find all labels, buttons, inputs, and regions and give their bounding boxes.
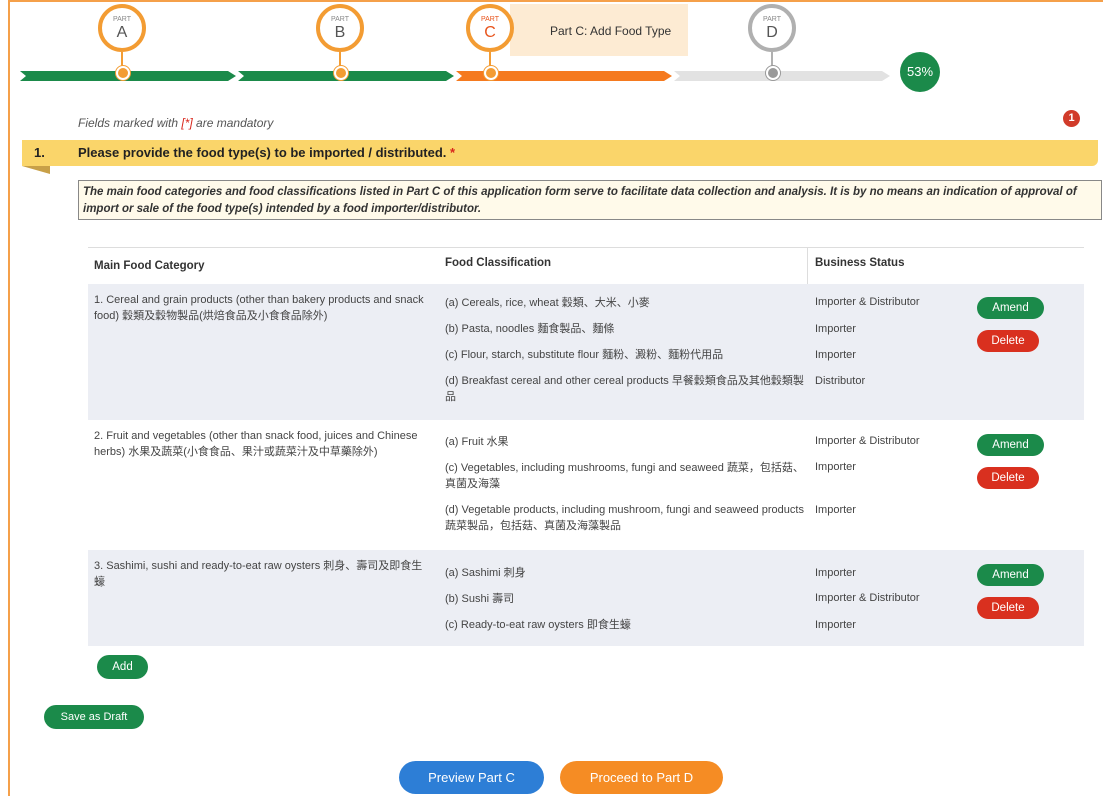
preview-part-c-button[interactable]: Preview Part C: [399, 761, 544, 794]
main-food-category: 3. Sashimi, sushi and ready-to-eat raw o…: [94, 560, 423, 588]
delete-button[interactable]: Delete: [977, 597, 1039, 619]
question-text: Please provide the food type(s) to be im…: [78, 145, 456, 160]
current-part-label: Part C: Add Food Type: [510, 4, 688, 56]
step-a-marker-icon: [116, 66, 130, 80]
error-count-badge: 1: [1063, 110, 1080, 127]
delete-button[interactable]: Delete: [977, 467, 1039, 489]
food-classification: (a) Sashimi 刺身: [445, 567, 526, 579]
question-number: 1.: [34, 145, 45, 160]
business-status: Importer & Distributor: [815, 592, 920, 604]
food-classification: (b) Pasta, noodles 麵食製品、麵條: [445, 323, 615, 335]
amend-button[interactable]: Amend: [977, 564, 1044, 586]
food-classification: (d) Breakfast cereal and other cereal pr…: [445, 375, 804, 403]
food-classification: (a) Cereals, rice, wheat 穀類、大米、小麥: [445, 297, 650, 309]
food-classification: (c) Flour, starch, substitute flour 麵粉、澱…: [445, 349, 724, 361]
amend-button[interactable]: Amend: [977, 297, 1044, 319]
food-classification: (c) Ready-to-eat raw oysters 即食生蠔: [445, 619, 631, 631]
food-classification: (a) Fruit 水果: [445, 436, 509, 448]
mandatory-note: Fields marked with [*] are mandatory: [78, 116, 274, 130]
question-header: 1. Please provide the food type(s) to be…: [22, 140, 1098, 166]
proceed-to-part-d-button[interactable]: Proceed to Part D: [560, 761, 723, 794]
disclaimer-note: The main food categories and food classi…: [78, 180, 1102, 220]
header-business-status: Business Status: [815, 257, 905, 269]
table-row: 2. Fruit and vegetables (other than snac…: [88, 420, 1084, 550]
business-status: Distributor: [815, 375, 866, 387]
form-frame-left: [8, 0, 10, 796]
business-status: Importer: [815, 349, 856, 361]
business-status: Importer: [815, 567, 856, 579]
progress-tracker: Part C: Add Food Type PART A PART B PART…: [20, 0, 1100, 100]
step-b-marker-icon: [334, 66, 348, 80]
ribbon-fold: [22, 166, 50, 174]
main-food-category: 2. Fruit and vegetables (other than snac…: [94, 430, 418, 458]
business-status: Importer & Distributor: [815, 296, 920, 308]
business-status: Importer: [815, 461, 856, 473]
business-status: Importer & Distributor: [815, 435, 920, 447]
food-classification: (c) Vegetables, including mushrooms, fun…: [445, 462, 804, 490]
step-c-marker-icon: [484, 66, 498, 80]
food-type-table: Main Food Category Food Classification B…: [88, 247, 1084, 646]
food-classification: (d) Vegetable products, including mushro…: [445, 504, 804, 532]
amend-button[interactable]: Amend: [977, 434, 1044, 456]
business-status: Importer: [815, 619, 856, 631]
progress-percent: 53%: [900, 52, 940, 92]
business-status: Importer: [815, 323, 856, 335]
table-row: 3. Sashimi, sushi and ready-to-eat raw o…: [88, 550, 1084, 646]
progress-step-b[interactable]: PART B: [316, 4, 364, 52]
table-row: 1. Cereal and grain products (other than…: [88, 284, 1084, 420]
table-header: Main Food Category Food Classification B…: [88, 248, 1084, 285]
progress-segment-d: [674, 71, 890, 81]
progress-step-a[interactable]: PART A: [98, 4, 146, 52]
header-food-classification: Food Classification: [445, 257, 552, 269]
delete-button[interactable]: Delete: [977, 330, 1039, 352]
progress-step-c[interactable]: PART C: [466, 4, 514, 52]
progress-step-d[interactable]: PART D: [748, 4, 796, 52]
add-food-type-button[interactable]: Add: [97, 655, 148, 679]
header-main-food-category: Main Food Category: [94, 260, 205, 272]
main-food-category: 1. Cereal and grain products (other than…: [94, 294, 424, 322]
food-classification: (b) Sushi 壽司: [445, 593, 515, 605]
step-d-marker-icon: [766, 66, 780, 80]
save-as-draft-button[interactable]: Save as Draft: [44, 705, 144, 729]
business-status: Importer: [815, 504, 856, 516]
